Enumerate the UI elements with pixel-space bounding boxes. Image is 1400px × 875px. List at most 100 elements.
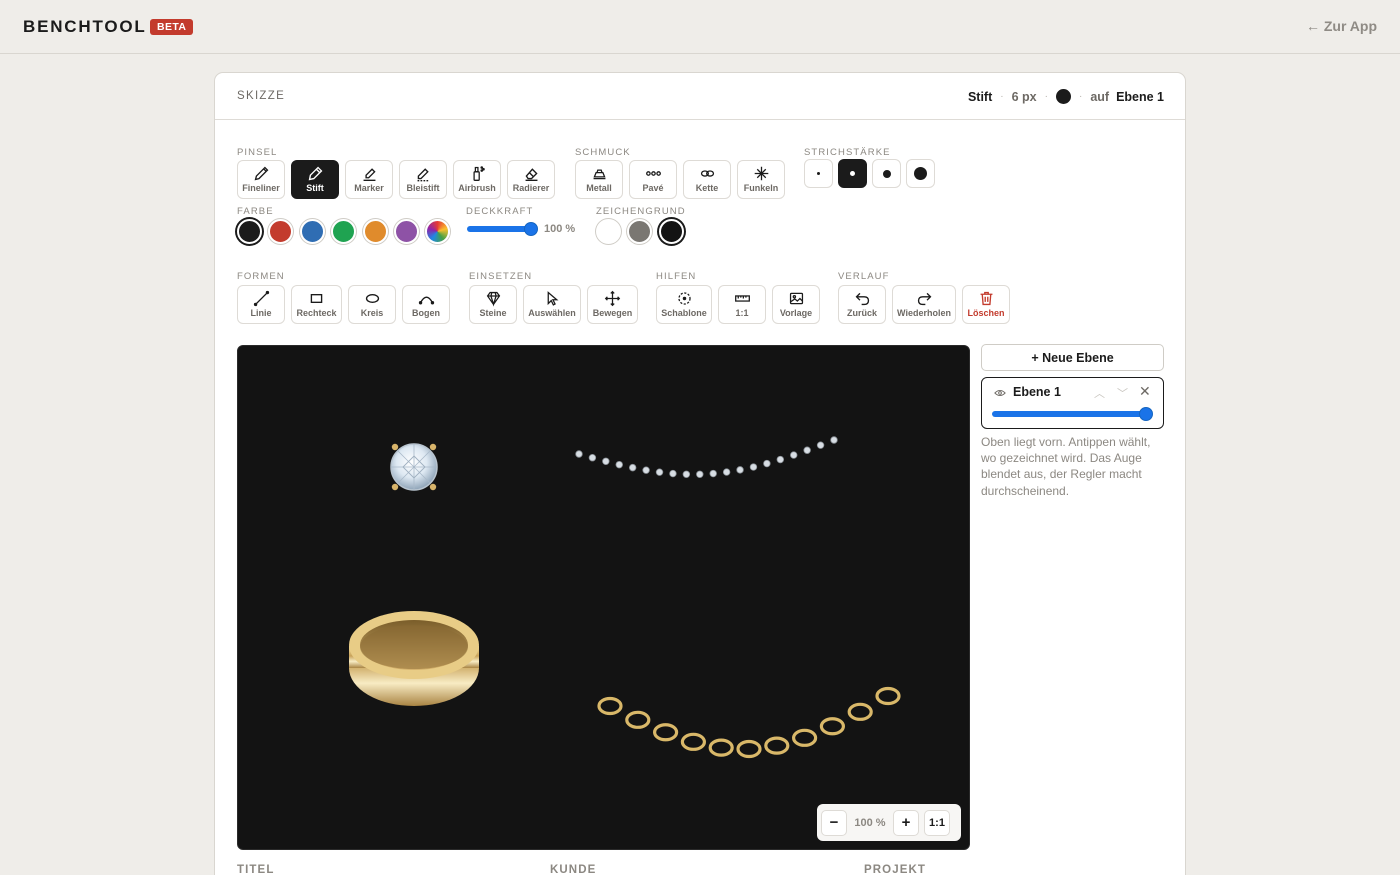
layer-name: Ebene 1 (1013, 385, 1061, 399)
insert-move-button[interactable]: Bewegen (587, 285, 638, 324)
color-swatch-purple[interactable] (393, 219, 419, 244)
insert-select-button[interactable]: Auswählen (523, 285, 581, 324)
brush-stift-button[interactable]: Stift (291, 160, 339, 199)
color-swatch-red[interactable] (268, 219, 294, 244)
zoom-in-button[interactable]: + (893, 809, 919, 836)
color-swatch-blue[interactable] (299, 219, 325, 244)
shape-label: Rechteck (296, 308, 337, 318)
color-swatch-orange[interactable] (362, 219, 388, 244)
shape-label: Linie (250, 308, 272, 318)
stroke-size-l[interactable] (906, 159, 935, 188)
helper-reference-button[interactable]: Vorlage (772, 285, 820, 324)
brush-label: Marker (354, 183, 384, 193)
group-label-deckkraft: DECKKRAFT (466, 206, 534, 217)
back-to-app-link[interactable]: ← Zur App (1306, 18, 1377, 34)
brush-label: Airbrush (458, 183, 496, 193)
close-icon[interactable]: ✕ (1139, 383, 1151, 400)
move-icon (604, 290, 621, 307)
stroke-size-s[interactable] (838, 159, 867, 188)
size-dot (882, 169, 891, 178)
jewelry-funkeln-button[interactable]: Funkeln (737, 160, 785, 199)
layer-item[interactable]: Ebene 1 ︿ ﹀ ✕ (981, 377, 1164, 429)
background-selector (596, 219, 690, 244)
history-label: Zurück (846, 308, 877, 318)
undo-button[interactable]: Zurück (838, 285, 886, 324)
status-on-label: auf (1090, 89, 1110, 104)
jewelry-pave-button[interactable]: Pavé (629, 160, 677, 199)
background-gray[interactable] (627, 219, 653, 244)
custom-color-picker[interactable] (425, 219, 451, 244)
marker-icon (363, 168, 376, 181)
shape-line-button[interactable]: Linie (237, 285, 285, 324)
redo-icon (917, 292, 931, 306)
jewelry-kette-button[interactable]: Kette (683, 160, 731, 199)
helper-scale-button[interactable]: 1:1 (718, 285, 766, 324)
brush-airbrush-button[interactable]: Airbrush (453, 160, 501, 199)
layer-opacity-track (992, 411, 1152, 417)
group-label-zeichengrund: ZEICHENGRUND (596, 206, 686, 217)
ellipse-icon (365, 293, 379, 304)
background-white[interactable] (596, 219, 621, 244)
chain-link (625, 710, 651, 729)
separator-dot: · (1000, 91, 1004, 102)
new-layer-button[interactable]: + Neue Ebene (981, 344, 1164, 371)
brush-radierer-button[interactable]: Radierer (507, 160, 555, 199)
brand-logo: BENCHTOOL (23, 17, 147, 36)
brush-fineliner-button[interactable]: Fineliner (237, 160, 285, 199)
chain-link (597, 696, 623, 716)
zoom-controls: − 100 % + 1:1 (817, 804, 961, 841)
stroke-size-m[interactable] (872, 159, 901, 188)
history-toolbar: Zurück Wiederholen Löschen (838, 285, 1016, 324)
group-label-schmuck: SCHMUCK (575, 147, 631, 158)
field-label-title: TITEL (237, 864, 275, 875)
opacity-value: 100 % (544, 223, 576, 235)
sketch-panel: SKIZZE Stift · 6 px · · auf Ebene 1 PINS… (214, 72, 1186, 875)
zoom-out-button[interactable]: − (821, 809, 847, 836)
chevron-down-icon[interactable]: ﹀ (1117, 385, 1128, 401)
helper-label: Vorlage (779, 308, 813, 318)
zoom-reset-button[interactable]: 1:1 (924, 809, 950, 836)
brush-marker-button[interactable]: Marker (345, 160, 393, 199)
chain-link (875, 686, 901, 706)
brush-label: Fineliner (242, 183, 280, 193)
color-swatch-green[interactable] (331, 219, 357, 244)
redo-button[interactable]: Wiederholen (892, 285, 956, 324)
size-dot (817, 172, 820, 175)
shape-label: Bogen (412, 308, 440, 318)
brush-label: Radierer (512, 183, 550, 193)
group-label-hilfen: HILFEN (656, 271, 697, 282)
status-color-swatch (1055, 89, 1071, 104)
pen-icon (308, 166, 322, 181)
insert-stones-button[interactable]: Steine (469, 285, 517, 324)
metal-ingot-icon (592, 169, 606, 180)
stroke-size-xs[interactable] (804, 159, 833, 188)
stroke-size-selector (804, 159, 940, 188)
history-label: Löschen (967, 308, 1005, 318)
chevron-up-icon[interactable]: ︿ (1094, 385, 1105, 401)
shape-rectangle-button[interactable]: Rechteck (291, 285, 342, 324)
size-dot (850, 171, 855, 176)
helper-template-button[interactable]: Schablone (656, 285, 712, 324)
chain-link (653, 723, 679, 742)
shapes-toolbar: Linie Rechteck Kreis Bogen (237, 285, 456, 324)
color-swatch-black[interactable] (237, 219, 262, 244)
drawing-canvas[interactable]: − 100 % + 1:1 (237, 345, 970, 850)
layer-opacity-knob[interactable] (1139, 407, 1153, 421)
airbrush-icon (472, 166, 485, 181)
color-palette (237, 219, 457, 244)
opacity-knob[interactable] (524, 222, 538, 236)
jewelry-metall-button[interactable]: Metall (575, 160, 623, 199)
delete-button[interactable]: Löschen (962, 285, 1010, 324)
tool-status: Stift · 6 px · · auf Ebene 1 (968, 89, 1164, 104)
background-black[interactable] (658, 219, 684, 244)
eye-icon[interactable] (994, 388, 1006, 398)
shape-arc-button[interactable]: Bogen (402, 285, 450, 324)
field-label-project: PROJEKT (864, 864, 927, 875)
helper-label: 1:1 (735, 308, 749, 318)
status-size: 6 px (1011, 89, 1037, 104)
brush-bleistift-button[interactable]: Bleistift (399, 160, 447, 199)
beta-badge: BETA (150, 19, 194, 35)
shape-circle-button[interactable]: Kreis (348, 285, 396, 324)
top-bar: BENCHTOOL BETA ← Zur App (0, 0, 1400, 54)
eraser-icon (525, 168, 538, 181)
